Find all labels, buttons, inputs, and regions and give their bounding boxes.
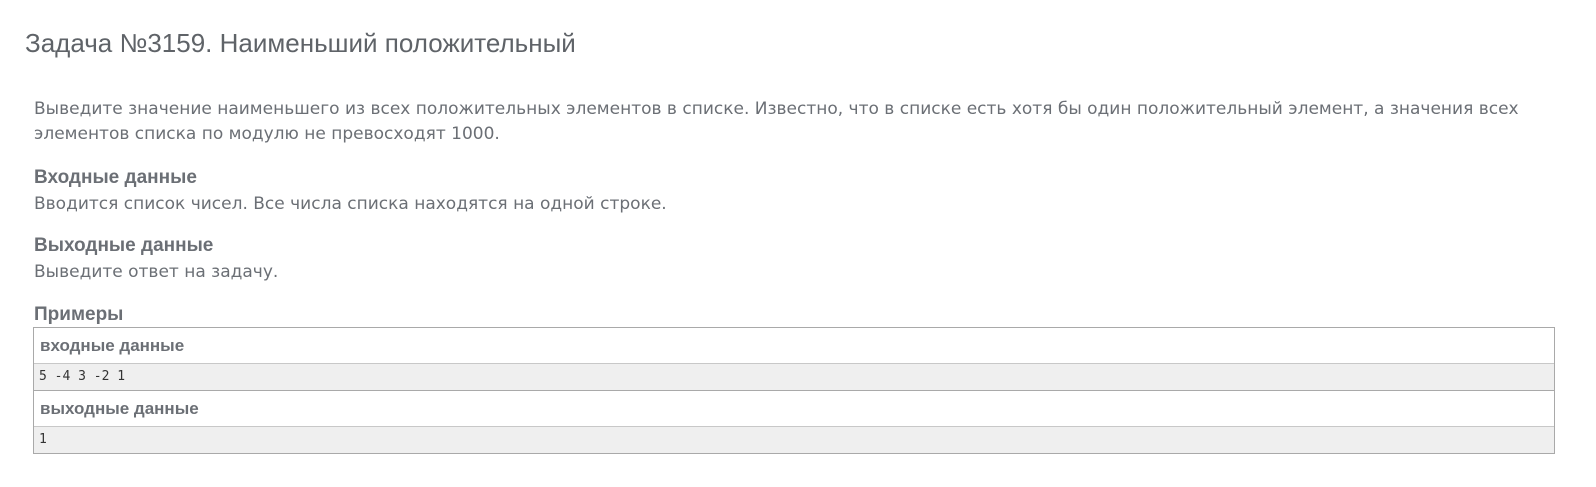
example-output-label: выходные данные [34,390,1554,426]
problem-statement: Выведите значение наименьшего из всех по… [34,99,1519,144]
examples-table: входные данные 5 -4 3 -2 1 выходные данн… [33,327,1555,454]
example-output-value[interactable]: 1 [34,426,1554,453]
output-description: Выведите ответ на задачу. [34,262,279,282]
input-description: Вводится список чисел. Все числа списка … [34,194,667,214]
example-input-value[interactable]: 5 -4 3 -2 1 [34,363,1554,390]
example-input-label: входные данные [34,328,1554,363]
input-heading: Входные данные [34,167,197,188]
output-heading: Выходные данные [34,235,214,256]
page-title: Задача №3159. Наименьший положительный [25,28,576,58]
examples-heading: Примеры [34,304,124,325]
